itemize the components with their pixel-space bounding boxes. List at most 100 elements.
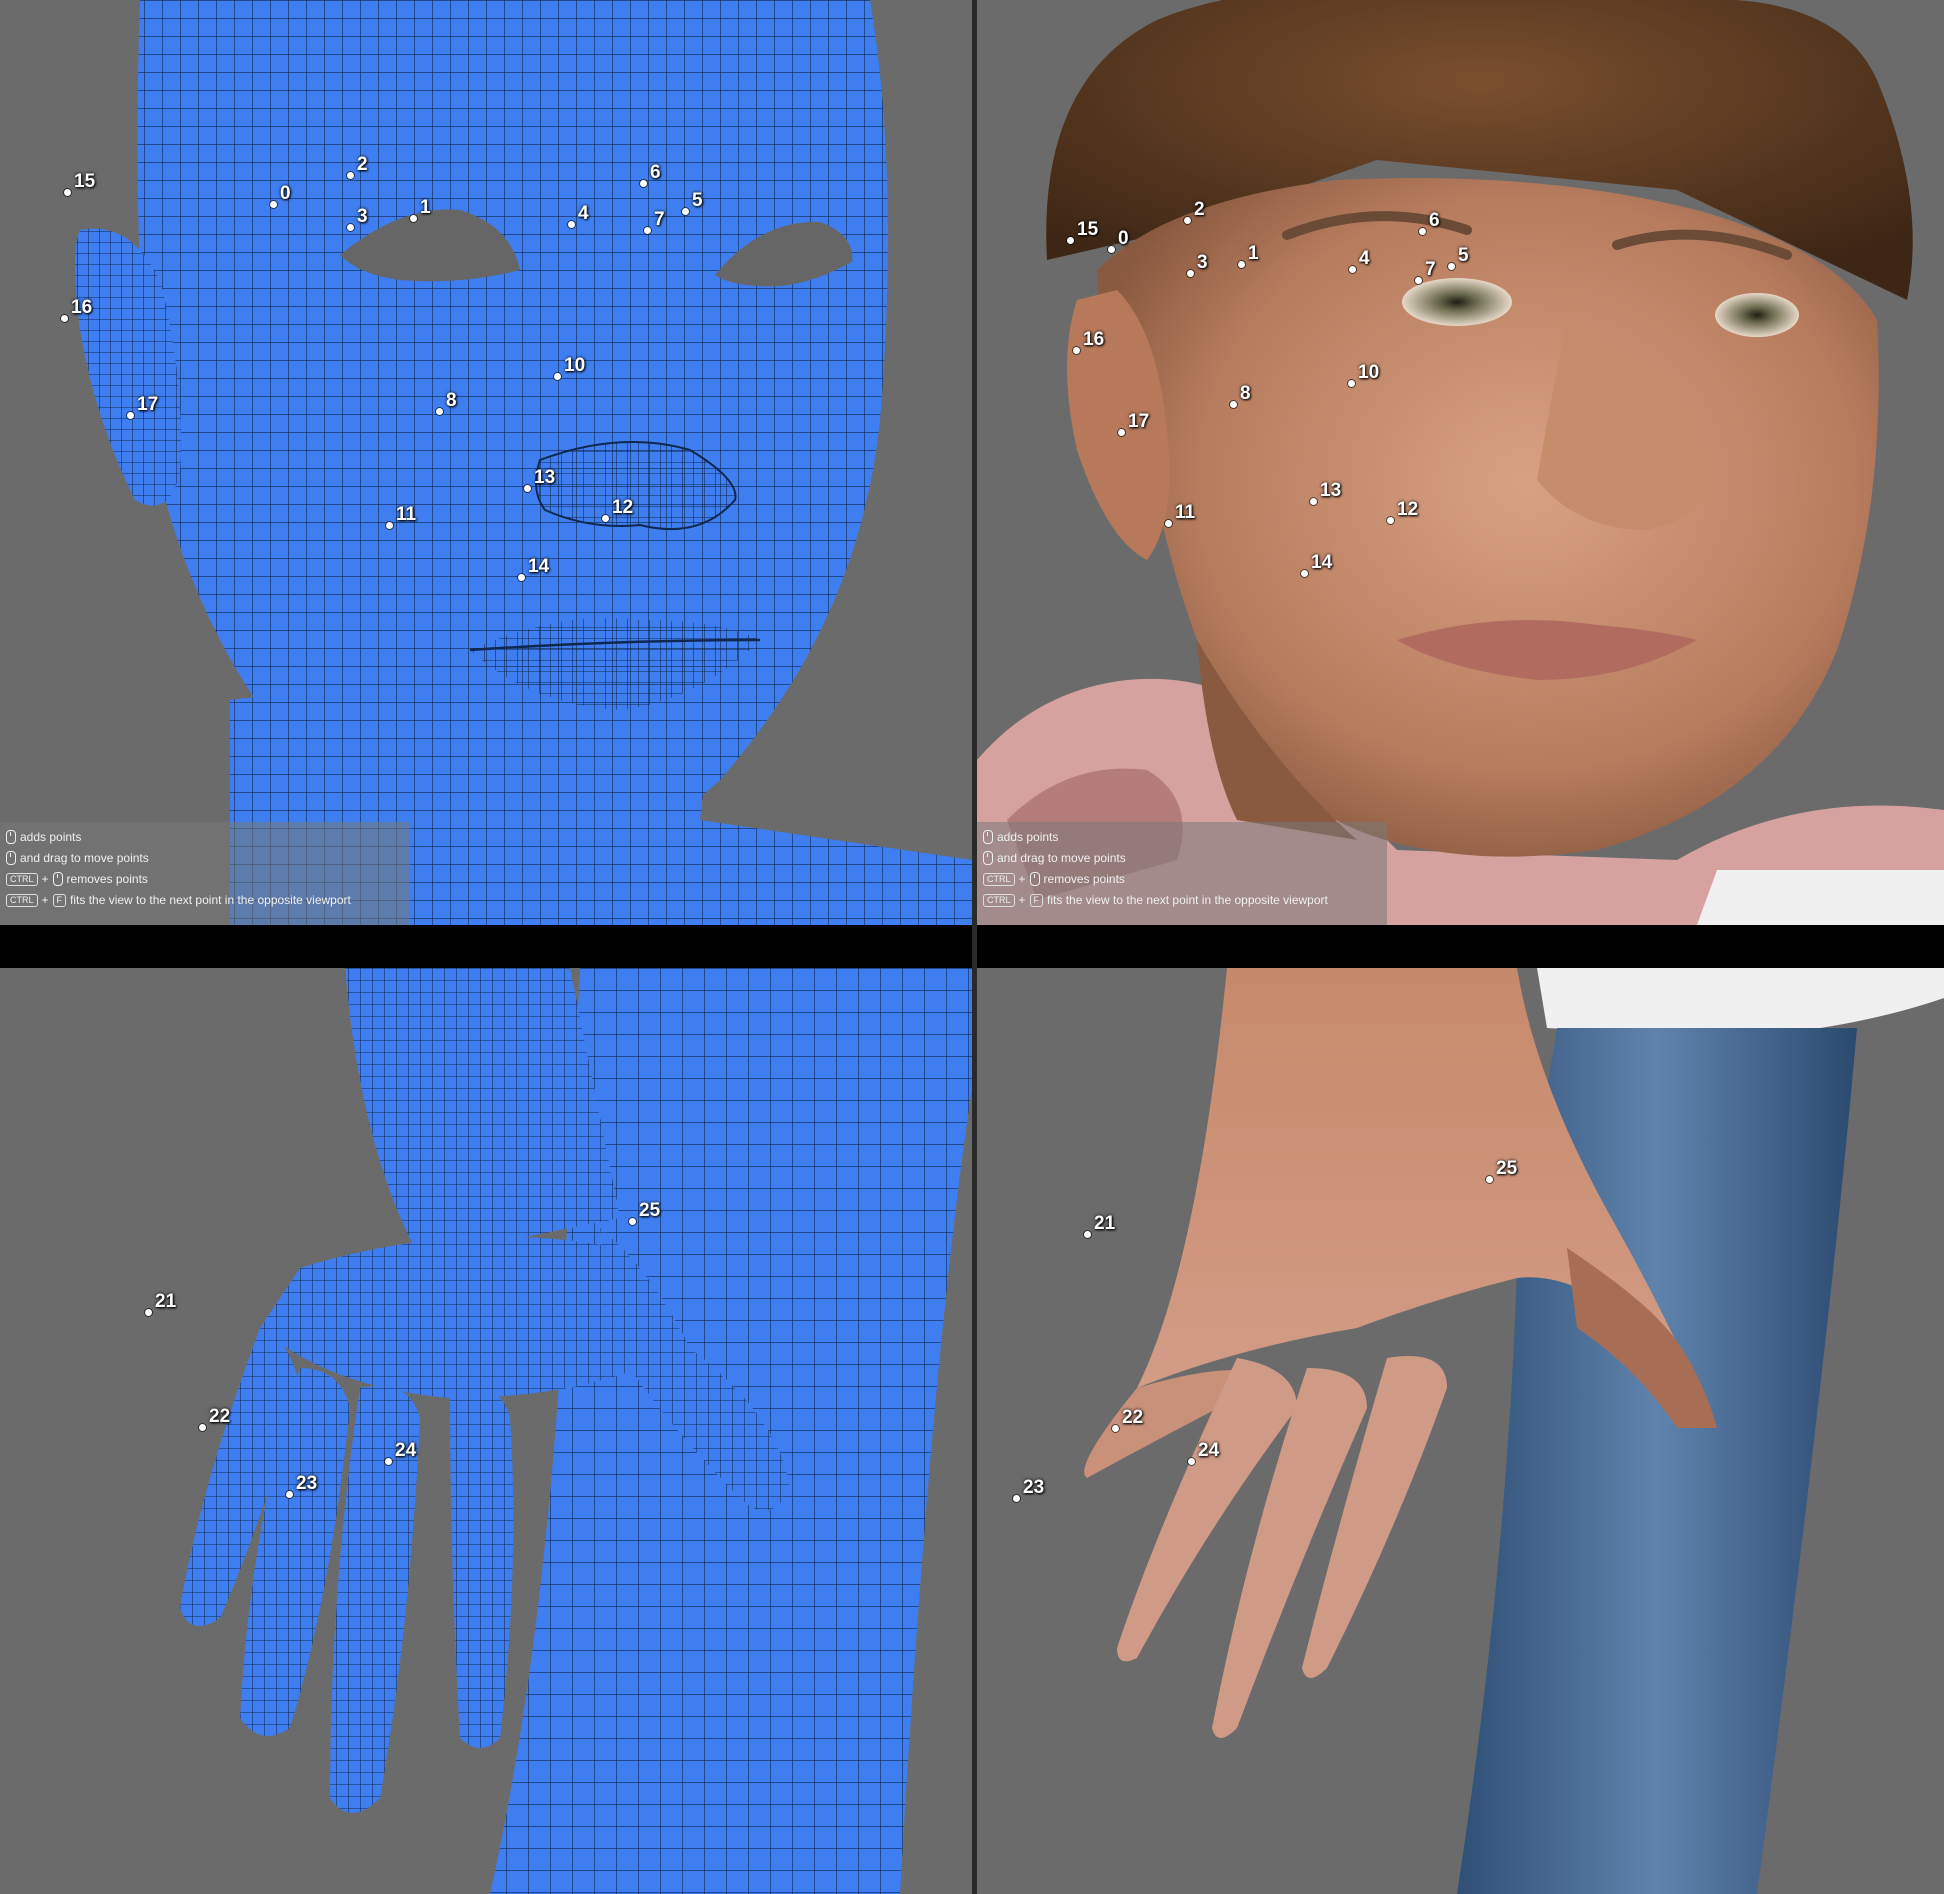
landmark-label: 13 xyxy=(534,467,556,488)
landmark-label: 4 xyxy=(1359,248,1370,269)
landmark-label: 5 xyxy=(1458,245,1469,266)
landmark-label: 6 xyxy=(1429,210,1440,231)
landmark-dot[interactable] xyxy=(1415,277,1422,284)
landmark-label: 21 xyxy=(155,1291,177,1312)
landmark-label: 7 xyxy=(1425,259,1436,280)
landmark-dot[interactable] xyxy=(1310,498,1317,505)
landmark-label: 4 xyxy=(578,203,589,224)
mouse-left-icon xyxy=(6,851,16,865)
landmark-label: 3 xyxy=(1197,252,1208,273)
help-row-remove: CTRL + removes points xyxy=(6,870,148,888)
landmark-label: 6 xyxy=(650,162,661,183)
landmark-dot[interactable] xyxy=(524,485,531,492)
landmark-dot[interactable] xyxy=(629,1218,636,1225)
help-text-fit: fits the view to the next point in the o… xyxy=(70,893,351,907)
landmark-label: 15 xyxy=(1077,219,1099,240)
landmark-label: 8 xyxy=(1240,383,1251,404)
landmark-dot[interactable] xyxy=(1184,217,1191,224)
landmark-dot[interactable] xyxy=(1349,266,1356,273)
scan-face-viewport[interactable]: adds points and drag to move points CTRL… xyxy=(977,0,1944,925)
landmark-dot[interactable] xyxy=(568,221,575,228)
landmark-dot[interactable] xyxy=(199,1424,206,1431)
landmark-label: 1 xyxy=(420,197,431,218)
landmark-dot[interactable] xyxy=(1165,520,1172,527)
help-overlay: adds points and drag to move points CTRL… xyxy=(977,822,1387,925)
landmark-dot[interactable] xyxy=(1486,1176,1493,1183)
landmark-dot[interactable] xyxy=(1187,270,1194,277)
help-text-fit: fits the view to the next point in the o… xyxy=(1047,893,1328,907)
landmark-dot[interactable] xyxy=(1238,261,1245,268)
landmark-dot[interactable] xyxy=(1419,228,1426,235)
mesh-hand-viewport[interactable]: 21 22 23 24 25 xyxy=(0,968,972,1894)
landmark-dot[interactable] xyxy=(347,224,354,231)
help-text-add: adds points xyxy=(997,830,1059,844)
landmark-dot[interactable] xyxy=(644,227,651,234)
landmark-label: 22 xyxy=(1122,1407,1144,1428)
help-row-fit: CTRL + F fits the view to the next point… xyxy=(983,891,1328,909)
landmark-label: 13 xyxy=(1320,480,1342,501)
mesh-face-render xyxy=(75,0,972,925)
landmark-dot[interactable] xyxy=(386,522,393,529)
landmark-label: 8 xyxy=(446,390,457,411)
landmark-label: 15 xyxy=(74,171,96,192)
landmark-dot[interactable] xyxy=(385,1458,392,1465)
landmark-dot[interactable] xyxy=(61,315,68,322)
help-row-remove: CTRL + removes points xyxy=(983,870,1125,888)
landmark-label: 5 xyxy=(692,190,703,211)
landmark-dot[interactable] xyxy=(1118,429,1125,436)
landmark-dot[interactable] xyxy=(682,208,689,215)
landmark-label: 17 xyxy=(137,394,159,415)
landmark-dot[interactable] xyxy=(286,1491,293,1498)
landmark-label: 2 xyxy=(357,154,368,175)
mouse-left-icon xyxy=(983,830,993,844)
mouse-left-icon xyxy=(52,872,63,886)
help-text-remove: removes points xyxy=(66,872,148,886)
landmark-label: 23 xyxy=(296,1473,318,1494)
landmark-dot[interactable] xyxy=(640,180,647,187)
landmark-label: 12 xyxy=(612,497,634,518)
plus-sign: + xyxy=(41,893,49,907)
landmark-label: 16 xyxy=(71,297,93,318)
landmark-dot[interactable] xyxy=(1230,401,1237,408)
help-row-drag: and drag to move points xyxy=(983,849,1126,867)
landmark-label: 3 xyxy=(357,206,368,227)
landmark-dot[interactable] xyxy=(518,574,525,581)
landmark-dot[interactable] xyxy=(1073,347,1080,354)
landmark-dot[interactable] xyxy=(1448,263,1455,270)
landmark-dot[interactable] xyxy=(64,189,71,196)
help-row-fit: CTRL + F fits the view to the next point… xyxy=(6,891,351,909)
f-key-icon: F xyxy=(52,893,67,907)
landmark-dot[interactable] xyxy=(1067,237,1074,244)
scan-hand-viewport[interactable]: 21 22 23 24 25 xyxy=(977,968,1944,1894)
landmark-dot[interactable] xyxy=(145,1309,152,1316)
landmark-label: 14 xyxy=(1311,552,1333,573)
landmark-dot[interactable] xyxy=(554,373,561,380)
landmark-dot[interactable] xyxy=(1013,1495,1020,1502)
landmark-dot[interactable] xyxy=(1084,1231,1091,1238)
mesh-face-viewport[interactable]: adds points and drag to move points CTRL… xyxy=(0,0,972,925)
landmark-label: 25 xyxy=(1496,1158,1518,1179)
landmark-dot[interactable] xyxy=(270,201,277,208)
landmark-dot[interactable] xyxy=(1348,380,1355,387)
landmark-dot[interactable] xyxy=(1188,1458,1195,1465)
landmark-dot[interactable] xyxy=(1108,246,1115,253)
ctrl-key-icon: CTRL xyxy=(6,872,38,886)
landmark-dot[interactable] xyxy=(127,412,134,419)
landmark-dot[interactable] xyxy=(347,172,354,179)
landmark-dot[interactable] xyxy=(410,215,417,222)
landmark-dot[interactable] xyxy=(602,515,609,522)
landmark-label: 2 xyxy=(1194,199,1205,220)
ctrl-key-icon: CTRL xyxy=(983,872,1015,886)
scan-hand-render xyxy=(1084,968,1944,1894)
landmark-dot[interactable] xyxy=(436,408,443,415)
help-row-drag: and drag to move points xyxy=(6,849,149,867)
plus-sign: + xyxy=(1018,872,1026,886)
ctrl-key-icon: CTRL xyxy=(6,893,38,907)
landmark-dot[interactable] xyxy=(1301,570,1308,577)
landmark-dot[interactable] xyxy=(1112,1425,1119,1432)
help-text-drag: and drag to move points xyxy=(20,851,149,865)
f-key-icon: F xyxy=(1029,893,1044,907)
help-text-drag: and drag to move points xyxy=(997,851,1126,865)
landmark-dot[interactable] xyxy=(1387,517,1394,524)
landmark-label: 7 xyxy=(654,209,665,230)
